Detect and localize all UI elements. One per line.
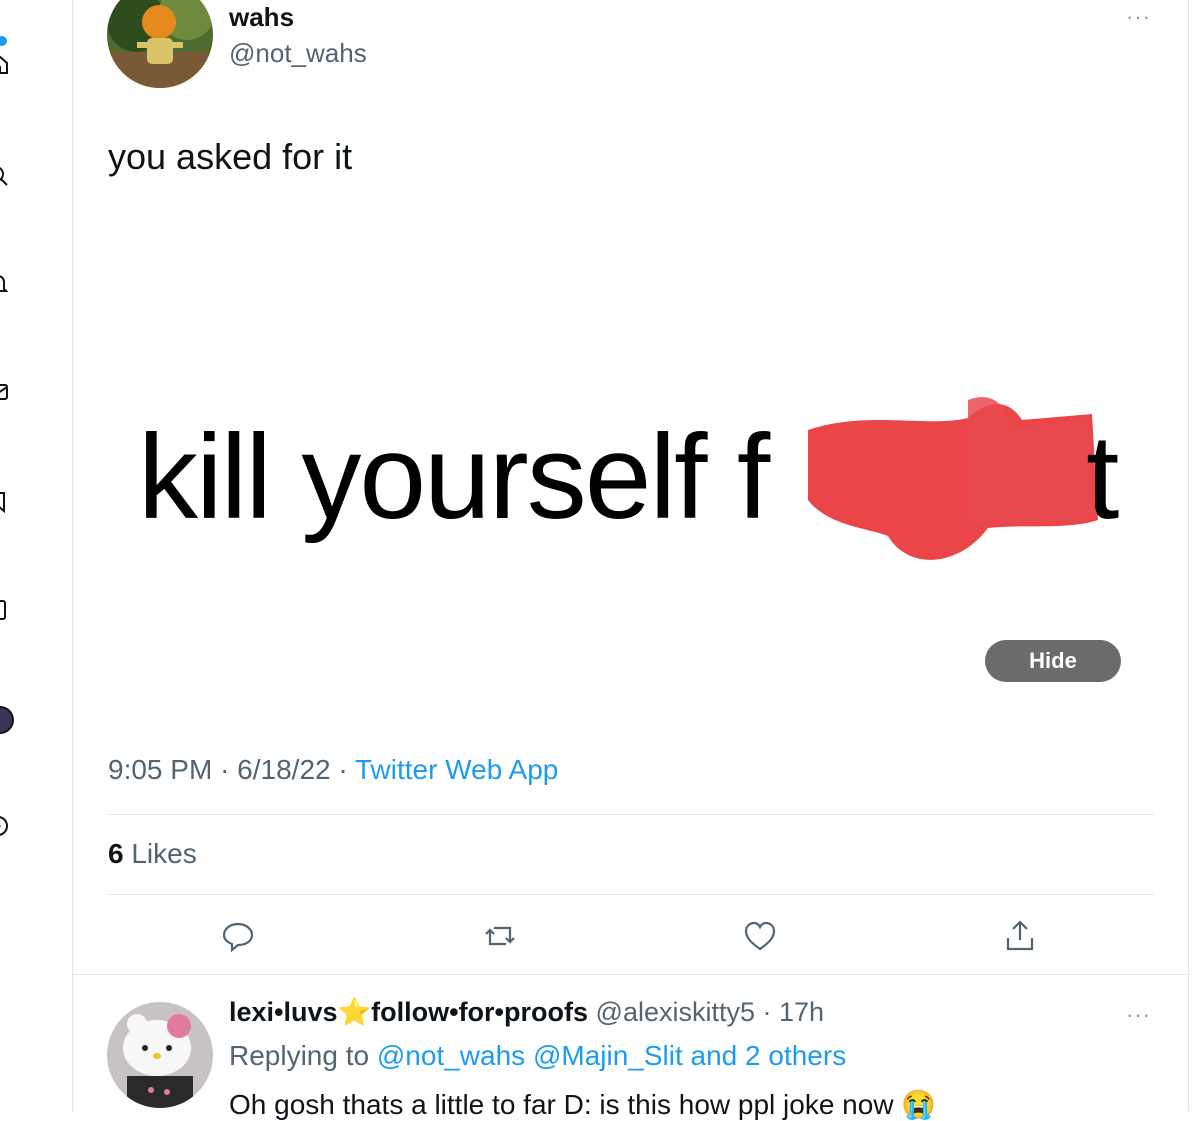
- author-avatar[interactable]: [107, 0, 213, 88]
- reply-header: lexi•luvs⭐follow•for•proofs @alexiskitty…: [229, 997, 825, 1027]
- share-icon[interactable]: [1002, 918, 1038, 954]
- replying-to-links[interactable]: @not_wahs @Majin_Slit and 2 others: [377, 1040, 846, 1071]
- tweet-separator: [72, 974, 1189, 975]
- list-icon[interactable]: [0, 598, 10, 622]
- retweet-icon[interactable]: [482, 918, 518, 954]
- likes-number: 6: [108, 838, 124, 869]
- notification-dot: [0, 36, 7, 46]
- author-name[interactable]: wahs: [229, 2, 294, 33]
- tweet-source[interactable]: Twitter Web App: [355, 754, 558, 785]
- home-icon[interactable]: [0, 52, 10, 76]
- replying-prefix: Replying to: [229, 1040, 370, 1071]
- tweet-time[interactable]: 9:05 PM: [108, 754, 212, 785]
- reply-author-name[interactable]: lexi•luvs⭐follow•for•proofs: [229, 997, 588, 1027]
- like-icon[interactable]: [742, 918, 778, 954]
- more-options-icon[interactable]: ···: [1126, 4, 1151, 30]
- profile-avatar[interactable]: [0, 706, 14, 734]
- bookmark-icon[interactable]: [0, 490, 10, 514]
- more-circle-icon[interactable]: [0, 814, 10, 838]
- tweet-text: you asked for it: [108, 136, 353, 177]
- reply-more-options-icon[interactable]: ···: [1126, 1002, 1151, 1028]
- divider: [108, 894, 1154, 895]
- left-navigation: [0, 0, 72, 1111]
- tweet-date[interactable]: 6/18/22: [237, 754, 330, 785]
- reply-author-handle[interactable]: @alexiskitty5: [596, 997, 755, 1027]
- reply-text: Oh gosh thats a little to far D: is this…: [229, 1089, 937, 1120]
- likes-count[interactable]: 6 Likes: [108, 838, 197, 870]
- tweet-image[interactable]: kill yourself f t: [108, 300, 1154, 680]
- likes-label: Likes: [131, 838, 197, 869]
- tweet-meta: 9:05 PM · 6/18/22 · Twitter Web App: [108, 754, 559, 785]
- bell-icon[interactable]: [0, 272, 10, 296]
- redaction-scribble: [808, 397, 1098, 560]
- hide-button[interactable]: Hide: [985, 640, 1121, 682]
- column-border-left: [72, 0, 73, 1111]
- search-icon[interactable]: [0, 164, 10, 188]
- reply-author-avatar[interactable]: [107, 1002, 213, 1108]
- reply-icon[interactable]: [220, 918, 256, 954]
- replying-to: Replying to @not_wahs @Majin_Slit and 2 …: [229, 1040, 846, 1072]
- mail-icon[interactable]: [0, 380, 10, 404]
- reply-time[interactable]: 17h: [779, 997, 824, 1027]
- image-text-end: t: [1086, 410, 1120, 544]
- divider: [108, 814, 1154, 815]
- author-handle[interactable]: @not_wahs: [229, 38, 367, 69]
- column-border-right: [1188, 0, 1189, 1111]
